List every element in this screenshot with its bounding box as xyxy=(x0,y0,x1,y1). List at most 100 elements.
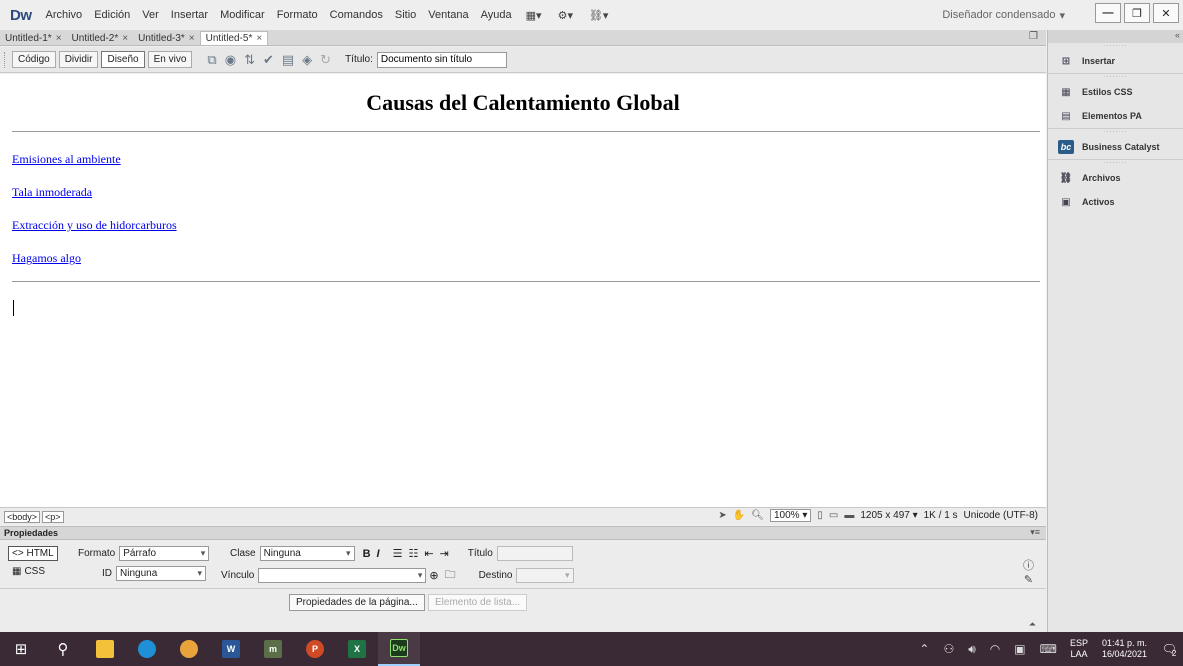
refresh-icon[interactable]: ↻ xyxy=(320,52,331,68)
validate-icon[interactable]: ◈ xyxy=(302,52,312,68)
unordered-list-icon[interactable]: ☰ xyxy=(393,547,403,560)
panel-activos[interactable]: ▣ Activos xyxy=(1048,190,1183,214)
zoom-tool-icon[interactable]: 🔍︎ xyxy=(751,510,764,521)
clase-select[interactable]: Ninguna ▾ xyxy=(259,546,355,561)
menu-edicion[interactable]: Edición xyxy=(88,9,136,21)
formato-select[interactable]: Párrafo ▾ xyxy=(119,546,210,561)
panel-archivos[interactable]: ⛓ Archivos xyxy=(1048,166,1183,190)
powerpoint-icon[interactable]: P xyxy=(294,632,336,666)
italic-button[interactable]: I xyxy=(377,548,380,560)
screen-icon[interactable]: ▣ xyxy=(1007,642,1032,656)
word-icon[interactable]: W xyxy=(210,632,252,666)
outdent-icon[interactable]: ⇤ xyxy=(424,547,433,560)
tag-selector-body[interactable]: <body> xyxy=(4,510,41,523)
people-icon[interactable]: ⚇ xyxy=(936,642,961,656)
list-item-button[interactable]: Elemento de lista... xyxy=(428,594,528,611)
design-canvas[interactable]: Causas del Calentamiento Global Emisione… xyxy=(0,74,1046,507)
link-hagamos-algo[interactable]: Hagamos algo xyxy=(12,251,81,266)
preview-browser-icon[interactable]: ◉ xyxy=(225,52,236,68)
file-management-icon[interactable]: ⇅ xyxy=(244,52,255,68)
wifi-icon[interactable]: ◠ xyxy=(983,642,1007,656)
vinculo-input[interactable]: ▾ xyxy=(258,568,427,583)
close-icon[interactable]: × xyxy=(56,33,62,44)
bold-button[interactable]: B xyxy=(363,548,371,560)
visual-aids-icon[interactable]: ▤ xyxy=(282,52,294,68)
menu-ayuda[interactable]: Ayuda xyxy=(475,9,518,21)
minimize-button[interactable]: — xyxy=(1095,3,1121,23)
quick-tag-editor-icon[interactable]: ✎ xyxy=(1023,573,1034,587)
extend-gear-icon[interactable]: ⚙▾ xyxy=(550,9,581,22)
close-icon[interactable]: × xyxy=(256,33,262,44)
titulo-input[interactable] xyxy=(496,546,573,561)
view-live-button[interactable]: En vivo xyxy=(147,51,193,68)
menu-sitio[interactable]: Sitio xyxy=(389,9,422,21)
menu-archivo[interactable]: Archivo xyxy=(40,9,89,21)
point-to-file-icon[interactable]: ⊕ xyxy=(429,569,438,582)
indent-icon[interactable]: ⇥ xyxy=(440,547,449,560)
link-emisiones[interactable]: Emisiones al ambiente xyxy=(12,152,121,167)
language-indicator[interactable]: ESP LAA xyxy=(1064,638,1094,660)
search-icon[interactable]: ⚲ xyxy=(42,632,84,666)
destino-select[interactable]: ▾ xyxy=(516,568,575,583)
site-manager-icon[interactable]: ⛓▾ xyxy=(581,9,617,22)
close-icon[interactable]: × xyxy=(122,33,128,44)
windows-start-icon[interactable]: ⊞ xyxy=(0,632,42,666)
multiscreen-icon[interactable]: ⧉ xyxy=(207,52,216,68)
window-dimensions[interactable]: 1205 x 497 ▾ xyxy=(860,510,917,521)
clock[interactable]: 01:41 p. m. 16/04/2021 xyxy=(1094,638,1155,660)
minecraft-icon[interactable]: m xyxy=(252,632,294,666)
tab-untitled-2[interactable]: Untitled-2* × xyxy=(67,32,134,45)
panel-elementos-pa[interactable]: ▤ Elementos PA xyxy=(1048,104,1183,128)
panel-business-catalyst[interactable]: bc Business Catalyst xyxy=(1048,135,1183,159)
workspace-switcher[interactable]: Diseñador condensado ▾ xyxy=(942,0,1065,30)
select-tool-icon[interactable]: ➤ xyxy=(718,510,726,521)
volume-icon[interactable]: 🔊︎ xyxy=(961,642,983,657)
layout-icon[interactable]: ▦▾ xyxy=(518,9,550,22)
tab-untitled-5[interactable]: Untitled-5* × xyxy=(199,31,269,45)
restore-doc-icon[interactable]: ❐ xyxy=(1029,31,1038,42)
tag-selector-p[interactable]: <p> xyxy=(42,510,64,523)
file-explorer-icon[interactable] xyxy=(84,632,126,666)
keyboard-icon[interactable]: ⌨ xyxy=(1033,642,1064,656)
view-split-button[interactable]: Dividir xyxy=(58,51,99,68)
tab-untitled-3[interactable]: Untitled-3* × xyxy=(133,32,200,45)
menu-comandos[interactable]: Comandos xyxy=(324,9,389,21)
menu-modificar[interactable]: Modificar xyxy=(214,9,271,21)
notification-center[interactable]: 🗨︎ 2 xyxy=(1155,632,1183,666)
check-browser-icon[interactable]: ✔ xyxy=(263,52,274,68)
menu-ver[interactable]: Ver xyxy=(136,9,165,21)
id-select[interactable]: Ninguna ▾ xyxy=(116,566,206,581)
mobile-size-icon[interactable]: ▯ xyxy=(817,510,823,521)
help-icon[interactable]: ⓘ xyxy=(1023,559,1034,573)
menu-ventana[interactable]: Ventana xyxy=(422,9,474,21)
panel-insertar[interactable]: ⊞ Insertar xyxy=(1048,49,1183,73)
browse-folder-icon[interactable]: 🗀 xyxy=(445,566,456,585)
close-button[interactable]: ✕ xyxy=(1153,3,1179,23)
restore-button[interactable]: ❐ xyxy=(1124,3,1150,23)
dreamweaver-icon[interactable]: Dw xyxy=(378,632,420,666)
link-hidrocarburos[interactable]: Extracción y uso de hidorcarburos xyxy=(12,218,177,233)
panel-estilos-css[interactable]: ▦ Estilos CSS xyxy=(1048,80,1183,104)
edge-icon[interactable] xyxy=(126,632,168,666)
view-code-button[interactable]: Código xyxy=(12,51,56,68)
chrome-icon[interactable] xyxy=(168,632,210,666)
html-mode-button[interactable]: <> HTML xyxy=(8,546,58,561)
collapse-icon[interactable]: « xyxy=(1175,30,1180,40)
tablet-size-icon[interactable]: ▭ xyxy=(829,510,838,521)
tab-untitled-1[interactable]: Untitled-1* × xyxy=(0,32,67,45)
panel-menu-icon[interactable]: ▾≡ xyxy=(1030,527,1040,538)
menu-formato[interactable]: Formato xyxy=(271,9,324,21)
view-design-button[interactable]: Diseño xyxy=(101,51,145,68)
zoom-select[interactable]: 100% ▾ xyxy=(769,509,812,522)
ordered-list-icon[interactable]: ☷ xyxy=(408,547,418,560)
page-properties-button[interactable]: Propiedades de la página... xyxy=(289,594,425,611)
collapse-properties-icon[interactable]: ⏶ xyxy=(1029,619,1036,630)
excel-icon[interactable]: X xyxy=(336,632,378,666)
link-tala[interactable]: Tala inmoderada xyxy=(12,185,92,200)
css-mode-button[interactable]: CSS xyxy=(24,566,45,577)
close-icon[interactable]: × xyxy=(189,33,195,44)
hand-tool-icon[interactable]: ✋ xyxy=(733,510,745,521)
document-title-input[interactable] xyxy=(376,51,507,68)
chevron-up-icon[interactable]: ⌃ xyxy=(912,642,936,656)
desktop-size-icon[interactable]: ▬ xyxy=(844,510,854,521)
